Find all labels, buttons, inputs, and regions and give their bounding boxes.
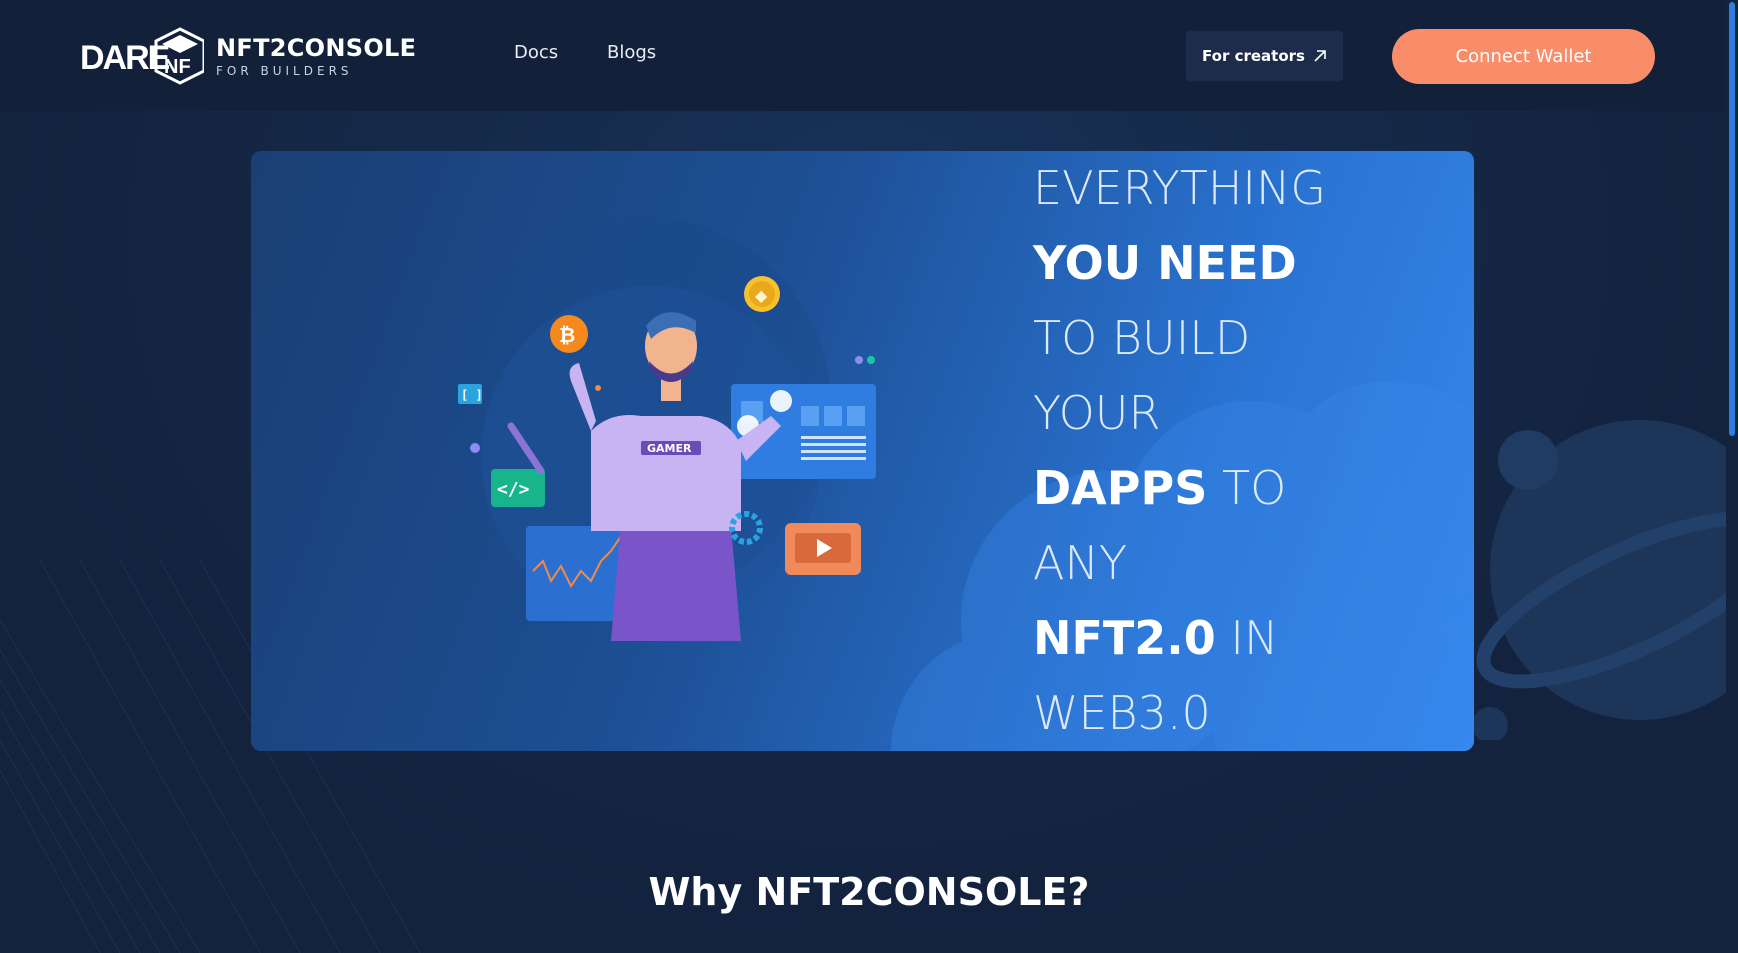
- dare-logo-icon: DARE NF: [80, 27, 204, 85]
- nav-link-docs[interactable]: Docs: [514, 42, 558, 63]
- svg-text:◆: ◆: [755, 286, 768, 305]
- logo-text: NFT2CONSOLE FOR BUILDERS: [216, 34, 416, 78]
- logo-subtitle: FOR BUILDERS: [216, 64, 353, 78]
- top-navigation-bar: DARE NF NFT2CONSOLE FOR BUILDERS Docs Bl…: [0, 0, 1738, 111]
- planet-decoration: [1472, 420, 1738, 740]
- svg-text:[ ]: [ ]: [461, 388, 483, 402]
- hero-banner: GAMER ₿ ◆ </> [ ] EVERYTHING YOU NEED TO…: [251, 151, 1474, 751]
- svg-text:NF: NF: [164, 56, 191, 78]
- nav-link-blogs[interactable]: Blogs: [607, 42, 656, 63]
- for-creators-label: For creators: [1202, 47, 1305, 65]
- hero-line-7: NFT2.0 IN: [1033, 611, 1279, 665]
- connect-wallet-label: Connect Wallet: [1455, 46, 1592, 67]
- brand-logo[interactable]: DARE NF NFT2CONSOLE FOR BUILDERS: [80, 26, 416, 86]
- svg-text:</>: </>: [497, 479, 530, 500]
- arrow-up-right-icon: [1314, 50, 1326, 62]
- page-scrollbar[interactable]: [1726, 0, 1738, 953]
- logo-title: NFT2CONSOLE: [216, 34, 417, 62]
- gamer-illustration: GAMER ₿ ◆ </> [ ]: [458, 276, 876, 641]
- connect-wallet-button[interactable]: Connect Wallet: [1392, 29, 1655, 84]
- hero-line-4: YOUR: [1033, 386, 1161, 440]
- hero-line-5: DAPPS TO: [1033, 461, 1287, 515]
- for-creators-button[interactable]: For creators: [1186, 31, 1343, 81]
- scrollbar-thumb[interactable]: [1729, 2, 1735, 436]
- svg-text:₿: ₿: [559, 323, 575, 347]
- hero-line-3: TO BUILD: [1033, 311, 1251, 365]
- hero-line-6: ANY: [1033, 536, 1127, 590]
- hero-line-2: YOU NEED: [1033, 236, 1297, 290]
- hero-line-1: EVERYTHING: [1033, 161, 1327, 215]
- page: DARE NF NFT2CONSOLE FOR BUILDERS Docs Bl…: [0, 0, 1738, 953]
- svg-text:GAMER: GAMER: [647, 442, 692, 455]
- why-section-title: Why NFT2CONSOLE?: [648, 870, 1090, 914]
- hero-headline: EVERYTHING YOU NEED TO BUILD YOUR DAPPS …: [1033, 151, 1327, 751]
- hero-line-8: WEB3.0: [1033, 686, 1211, 740]
